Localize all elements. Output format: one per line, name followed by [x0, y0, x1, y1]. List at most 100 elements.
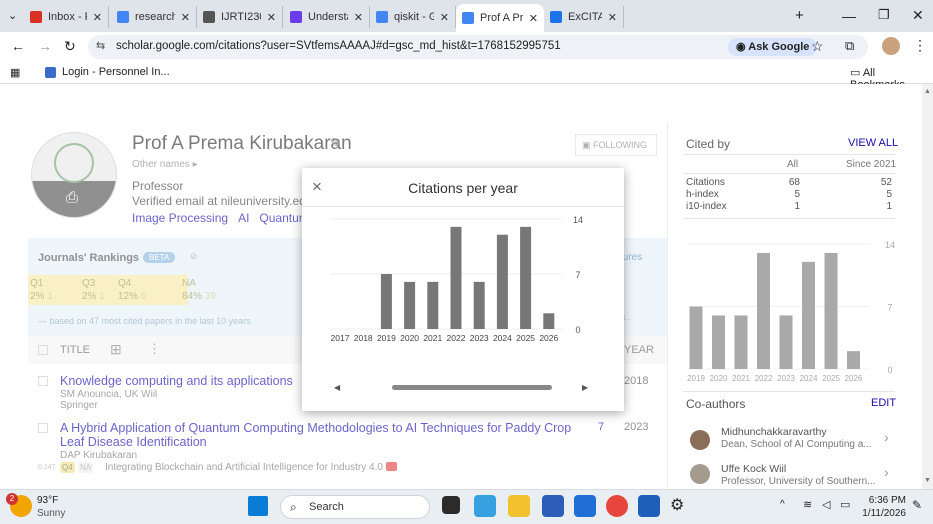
task-view-icon[interactable]: [442, 496, 460, 514]
globe-icon: [203, 11, 215, 23]
bookmark-login[interactable]: Login - Personnel In...: [62, 66, 170, 78]
minimize-button[interactable]: —: [842, 8, 856, 24]
tab-6[interactable]: ExCITATION -✕: [544, 6, 624, 28]
globe-icon: [550, 11, 562, 23]
citation-bar[interactable]: [450, 226, 462, 329]
close-tab-icon[interactable]: ✕: [434, 11, 449, 24]
tab-label: qiskit - Googl: [394, 11, 434, 23]
tray-chevron-icon[interactable]: ^: [780, 499, 785, 510]
menu-icon[interactable]: ⋮: [913, 37, 927, 54]
file-explorer-icon[interactable]: [508, 495, 530, 517]
coauthor-name[interactable]: Midhunchakkaravarthy: [721, 426, 827, 438]
extensions-icon[interactable]: ⧉: [845, 38, 854, 54]
y-tick-label: 14: [573, 215, 583, 225]
scroll-left-icon[interactable]: ◀: [334, 383, 340, 392]
chevron-right-icon[interactable]: ›: [884, 429, 889, 445]
page-scrollbar[interactable]: ▲ ▼: [922, 84, 933, 489]
scroll-down-icon[interactable]: ▼: [924, 477, 931, 484]
tab-1[interactable]: research articl✕: [111, 6, 197, 28]
scroll-up-icon[interactable]: ▲: [924, 88, 931, 95]
outlook-icon[interactable]: [574, 495, 596, 517]
taskbar-search[interactable]: ⌕ Search: [280, 495, 430, 519]
chatgpt-icon[interactable]: ⚙: [670, 495, 684, 515]
citation-bar[interactable]: [404, 281, 416, 329]
tab-0[interactable]: Inbox - Prof. F✕: [24, 6, 109, 28]
new-tab-button[interactable]: +: [795, 7, 804, 24]
mini-citation-bar[interactable]: [779, 315, 793, 369]
chrome-icon[interactable]: [606, 495, 628, 517]
tab-2[interactable]: IJRTI2304061.p✕: [197, 6, 283, 28]
url-field[interactable]: ⇆ scholar.google.com/citations?user=SVtf…: [88, 35, 868, 59]
citation-bar[interactable]: [380, 274, 392, 329]
tab-search-chevron-icon[interactable]: ⌄: [8, 9, 17, 22]
store-icon[interactable]: [542, 495, 564, 517]
start-icon[interactable]: [248, 496, 268, 516]
citation-bar[interactable]: [520, 226, 532, 329]
back-icon[interactable]: ←: [11, 38, 25, 54]
maximize-button[interactable]: ❐: [878, 7, 890, 23]
mini-citation-bar[interactable]: [689, 306, 703, 370]
close-tab-icon[interactable]: ✕: [523, 12, 538, 25]
clock-date[interactable]: 1/11/2026: [856, 508, 906, 519]
widgets-icon[interactable]: [474, 495, 496, 517]
view-all-link[interactable]: VIEW ALL: [848, 137, 898, 149]
site-info-icon[interactable]: ⇆: [96, 39, 105, 52]
tab-label: IJRTI2304061.p: [221, 11, 261, 23]
close-window-button[interactable]: ✕: [912, 7, 924, 24]
x-tick-label: 2022: [447, 333, 466, 343]
close-tab-icon[interactable]: ✕: [261, 11, 276, 24]
cited-by-mini-chart[interactable]: 14 7 0 2019 2020 2021 2022 2023 2024 2025 2026: [680, 234, 900, 384]
reload-icon[interactable]: ↻: [64, 38, 76, 55]
divider: [683, 173, 895, 174]
ask-google-button[interactable]: ◉ Ask Google: [728, 38, 818, 56]
scholar-icon: [462, 12, 474, 24]
mini-citation-bar[interactable]: [824, 252, 838, 369]
x-tick-label: 2022: [755, 374, 773, 383]
wifi-icon[interactable]: ≋: [803, 498, 812, 511]
mini-citation-bar[interactable]: [734, 315, 748, 369]
folder-icon: ▭: [850, 67, 863, 79]
notifications-icon[interactable]: ✎: [912, 498, 922, 512]
modal-title: Citations per year: [408, 180, 518, 196]
close-tab-icon[interactable]: ✕: [175, 11, 190, 24]
avatar: [690, 464, 710, 484]
word-icon[interactable]: [638, 495, 660, 517]
apps-grid-icon[interactable]: ▦: [10, 66, 20, 79]
citation-bar[interactable]: [496, 234, 508, 329]
tab-4[interactable]: qiskit - Googl✕: [370, 6, 456, 28]
y-tick-label: 0: [887, 365, 892, 375]
battery-icon[interactable]: ▭: [840, 498, 850, 511]
scroll-right-icon[interactable]: ▶: [582, 383, 588, 392]
mini-citation-bar[interactable]: [757, 252, 770, 369]
tab-5[interactable]: Prof A Prema✕: [456, 4, 544, 32]
x-tick-label: 2018: [354, 333, 373, 343]
citation-bar[interactable]: [427, 281, 439, 329]
metric-all: 68: [788, 177, 800, 188]
close-tab-icon[interactable]: ✕: [87, 11, 102, 24]
mini-citation-bar[interactable]: [847, 351, 860, 369]
volume-icon[interactable]: ◁: [822, 498, 830, 511]
tab-label: ExCITATION -: [568, 11, 602, 23]
bookmark-star-icon[interactable]: ☆: [811, 38, 824, 55]
coauthors-edit-link[interactable]: EDIT: [871, 397, 896, 409]
forward-icon[interactable]: →: [38, 38, 52, 54]
citation-bar[interactable]: [543, 313, 555, 329]
profile-avatar[interactable]: [882, 37, 900, 55]
y-tick-label: 0: [575, 325, 580, 335]
clock-time[interactable]: 6:36 PM: [862, 495, 906, 506]
ask-google-label: Ask Google: [748, 41, 810, 53]
close-tab-icon[interactable]: ✕: [602, 11, 617, 24]
chart-scrollbar[interactable]: ◀ ▶: [334, 382, 592, 394]
col-all: All: [787, 159, 799, 170]
y-tick-label: 7: [575, 270, 580, 280]
mini-citation-bar[interactable]: [712, 315, 725, 369]
mini-citation-bar[interactable]: [802, 261, 815, 369]
y-tick-label: 7: [887, 303, 892, 313]
citation-bar[interactable]: [473, 281, 485, 329]
tab-3[interactable]: Understanding✕: [284, 6, 370, 28]
address-bar-row: ← → ↻ ⇆ scholar.google.com/citations?use…: [0, 32, 933, 62]
coauthor-name[interactable]: Uffe Kock Wiil: [721, 463, 786, 475]
scroll-thumb[interactable]: [392, 385, 552, 390]
chevron-right-icon[interactable]: ›: [884, 464, 889, 480]
close-tab-icon[interactable]: ✕: [348, 11, 363, 24]
